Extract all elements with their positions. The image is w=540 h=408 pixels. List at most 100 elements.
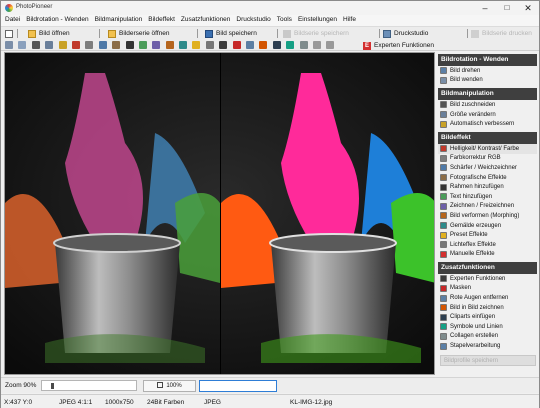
expert-functions-button[interactable]: E Experten Funktionen [363, 40, 434, 51]
sidebar-item[interactable]: Preset Effekte [438, 230, 537, 240]
menu-einstellungen[interactable]: Einstellungen [295, 15, 340, 23]
sidebar-item-label: Fotografische Effekte [450, 174, 507, 181]
zoom-out-icon[interactable] [326, 41, 335, 49]
resize-icon[interactable] [45, 41, 54, 49]
menu-bildrotation[interactable]: Bildrotation - Wenden [23, 15, 91, 23]
sidebar-item[interactable]: Schärfer / Weichzeichner [438, 163, 537, 173]
sidebar-item[interactable]: Bild wenden [438, 76, 537, 86]
section-header: Bildeffekt [438, 131, 537, 144]
text-icon[interactable] [125, 41, 134, 49]
symbols-icon[interactable] [272, 41, 281, 49]
print-series-button[interactable]: Bildserie drucken [471, 28, 532, 39]
menu-datei[interactable]: Datei [1, 15, 23, 23]
sidebar-item[interactable]: Farbkorrektur RGB [438, 154, 537, 164]
function-icon [440, 212, 447, 220]
status-dimensions: 1000x750 [105, 399, 134, 406]
sidebar-item-label: Bild in Bild zeichnen [450, 304, 504, 311]
rotate-icon[interactable] [5, 41, 13, 49]
collage-icon[interactable] [286, 41, 295, 49]
sidebar-item[interactable]: Collagen erstellen [438, 332, 537, 342]
sidebar-item[interactable]: Bild in Bild zeichnen [438, 303, 537, 313]
sidebar-item[interactable]: Rahmen hinzufügen [438, 182, 537, 192]
menu-druckstudio[interactable]: Druckstudio [233, 15, 273, 23]
sidebar-item[interactable]: Text hinzufügen [438, 192, 537, 202]
sidebar-item[interactable]: Bild drehen [438, 66, 537, 76]
menu-hilfe[interactable]: Hilfe [340, 15, 359, 23]
function-icon [440, 154, 447, 162]
mask-icon[interactable] [219, 41, 228, 49]
photo-effects-icon[interactable] [98, 41, 107, 49]
sidebar-item[interactable]: Größe verändern [438, 110, 537, 120]
sidebar-item[interactable]: Cliparts einfügen [438, 312, 537, 322]
section-header: Bildrotation - Wenden [438, 54, 537, 66]
sidebar-item-label: Collagen erstellen [450, 333, 499, 340]
sidebar-item[interactable]: Bild zuschneiden [438, 100, 537, 110]
save-image-button[interactable]: Bild speichern [205, 28, 257, 39]
sidebar-item[interactable]: Fotografische Effekte [438, 173, 537, 183]
batch-icon[interactable] [299, 41, 308, 49]
picture-in-picture-icon[interactable] [246, 41, 255, 49]
sidebar-item[interactable]: Helligkeit/ Kontrast/ Farbe [438, 143, 537, 154]
save-icon [205, 29, 213, 38]
function-icon [440, 183, 447, 191]
title-bar: PhotoPioneer – □ ✕ [1, 1, 539, 15]
clipart-icon[interactable] [259, 41, 268, 49]
menu-bildeffekt[interactable]: Bildeffekt [145, 15, 178, 23]
open-image-button[interactable]: Bild öffnen [28, 28, 70, 39]
new-icon[interactable] [5, 28, 16, 39]
sidebar-item[interactable]: Stapelverarbeitung [438, 341, 537, 351]
info-input[interactable] [199, 380, 277, 392]
save-image-label: Bild speichern [216, 30, 257, 37]
app-window: PhotoPioneer – □ ✕ Datei Bildrotation - W… [0, 0, 540, 408]
profile-field[interactable]: Bildprofile speichern [440, 354, 536, 366]
sidebar-item[interactable]: Manuelle Effekte [438, 250, 537, 260]
morph-icon[interactable] [152, 41, 161, 49]
function-icon [440, 101, 447, 109]
sidebar-item[interactable]: Rote Augen entfernen [438, 293, 537, 303]
menu-bildmanipulation[interactable]: Bildmanipulation [92, 15, 146, 23]
close-icon[interactable]: ✕ [517, 1, 539, 15]
minimize-icon[interactable]: – [474, 1, 496, 15]
app-icon [5, 4, 13, 12]
sharpen-icon[interactable] [85, 41, 94, 49]
sidebar-item[interactable]: Experten Funktionen [438, 274, 537, 284]
function-icon [440, 241, 447, 249]
sidebar-item[interactable]: Masken [438, 284, 537, 294]
menu-tools[interactable]: Tools [274, 15, 295, 23]
zoom-100-button[interactable]: 100% [143, 380, 196, 392]
sidebar-item[interactable]: Zeichnen / Freizeichnen [438, 202, 537, 212]
crop-icon[interactable] [31, 41, 40, 49]
function-icon [440, 250, 447, 258]
sidebar-item[interactable]: Automatisch verbessern [438, 119, 537, 129]
sidebar-item-label: Cliparts einfügen [450, 314, 496, 321]
sidebar-item[interactable]: Gemälde erzeugen [438, 221, 537, 231]
redeye-icon[interactable] [232, 41, 241, 49]
rgb-icon[interactable] [71, 41, 80, 49]
menu-zusatzfunktionen[interactable]: Zusatzfunktionen [178, 15, 234, 23]
zoom-slider-thumb[interactable] [51, 383, 54, 389]
print-studio-button[interactable]: Druckstudio [383, 28, 428, 39]
flip-icon[interactable] [18, 41, 27, 49]
sidebar-item[interactable]: Bild verformen (Morphing) [438, 211, 537, 221]
function-icon [440, 332, 447, 340]
brightness-icon[interactable] [58, 41, 67, 49]
painting-icon[interactable] [165, 41, 174, 49]
main-toolbar: Bild öffnen Bilderserie öffnen Bild spei… [1, 26, 539, 39]
function-icon [440, 111, 447, 119]
light-icon[interactable] [192, 41, 201, 49]
zoom-slider[interactable] [41, 380, 137, 391]
maximize-icon[interactable]: □ [496, 1, 518, 15]
draw-icon[interactable] [138, 41, 147, 49]
open-series-button[interactable]: Bilderserie öffnen [108, 28, 169, 39]
preset-icon[interactable] [179, 41, 188, 49]
tool-icons [5, 40, 340, 50]
sidebar-item-label: Schärfer / Weichzeichner [450, 164, 517, 171]
manual-icon[interactable] [205, 41, 214, 49]
sidebar-item-label: Automatisch verbessern [450, 121, 515, 128]
frame-icon[interactable] [112, 41, 121, 49]
save-series-button[interactable]: Bildserie speichern [283, 28, 349, 39]
image-canvas[interactable] [4, 52, 435, 375]
zoom-in-icon[interactable] [312, 41, 321, 49]
sidebar-item[interactable]: Lichteffex Effekte [438, 240, 537, 250]
sidebar-item[interactable]: Symbole und Linien [438, 322, 537, 332]
